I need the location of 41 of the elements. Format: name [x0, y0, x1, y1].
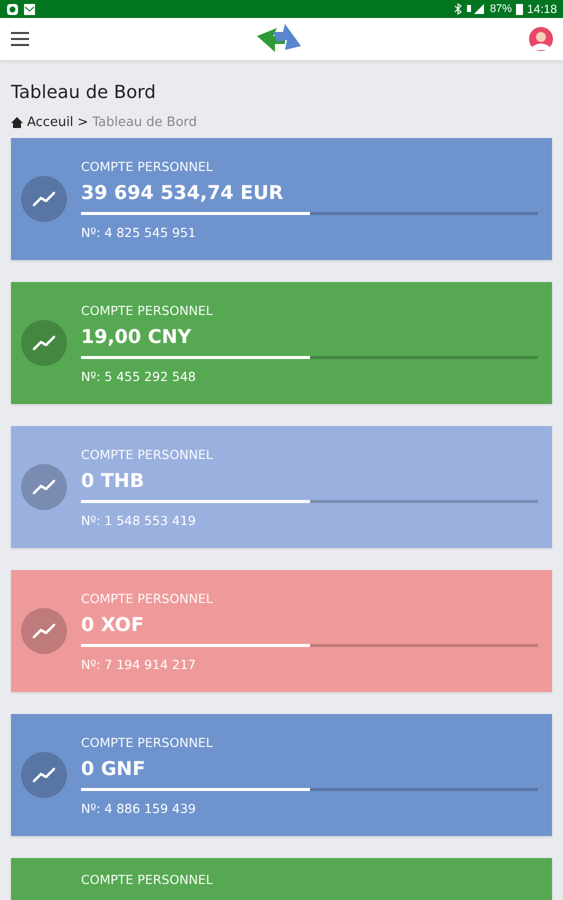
bluetooth-icon: [454, 3, 462, 15]
menu-icon[interactable]: [10, 31, 30, 47]
account-card[interactable]: COMPTE PERSONNEL: [11, 858, 552, 900]
account-type: COMPTE PERSONNEL: [81, 446, 214, 462]
breadcrumb-separator: >: [77, 115, 88, 130]
clock: 14:18: [526, 2, 557, 16]
signal-icon: [466, 3, 486, 15]
account-type: COMPTE PERSONNEL: [81, 734, 214, 750]
account-type: COMPTE PERSONNEL: [81, 872, 214, 887]
notification-icon: [6, 2, 19, 16]
account-card[interactable]: COMPTE PERSONNEL 0 XOF Nº: 7 194 914 217: [11, 570, 552, 692]
account-number: Nº: 4 825 545 951: [81, 224, 197, 240]
account-balance: 0 XOF: [81, 614, 145, 636]
account-card[interactable]: COMPTE PERSONNEL 39 694 534,74 EUR Nº: 4 825 545 951: [11, 138, 552, 260]
trend-icon: [21, 608, 67, 654]
account-type: COMPTE PERSONNEL: [81, 158, 214, 174]
trend-icon: [21, 320, 67, 366]
account-card[interactable]: COMPTE PERSONNEL 19,00 CNY Nº: 5 455 292 548: [11, 282, 552, 404]
account-type: COMPTE PERSONNEL: [81, 590, 214, 606]
account-card[interactable]: COMPTE PERSONNEL 0 THB Nº: 1 548 553 419: [11, 426, 552, 548]
account-number: Nº: 7 194 914 217: [81, 656, 197, 672]
trend-icon: [21, 464, 67, 510]
account-number: Nº: 4 886 159 439: [81, 800, 197, 816]
account-card[interactable]: COMPTE PERSONNEL 0 GNF Nº: 4 886 159 439: [11, 714, 552, 836]
account-balance: 0 GNF: [81, 758, 146, 780]
account-balance: 0 THB: [81, 470, 146, 492]
avatar-icon[interactable]: [529, 27, 553, 51]
breadcrumb-link[interactable]: Acceuil: [27, 115, 74, 130]
battery-icon: [516, 3, 523, 15]
mail-icon: [23, 2, 36, 16]
battery-level: 87%: [490, 3, 512, 15]
account-number: Nº: 5 455 292 548: [81, 368, 197, 384]
account-balance: 19,00 CNY: [81, 326, 192, 348]
account-balance: 39 694 534,74 EUR: [81, 182, 284, 204]
trend-icon: [21, 752, 67, 798]
page-title: Tableau de Bord: [11, 82, 157, 103]
home-icon: [11, 117, 23, 128]
account-type: COMPTE PERSONNEL: [81, 302, 214, 318]
trend-icon: [21, 176, 67, 222]
account-number: Nº: 1 548 553 419: [81, 512, 197, 528]
breadcrumb-current: Tableau de Bord: [92, 115, 197, 130]
